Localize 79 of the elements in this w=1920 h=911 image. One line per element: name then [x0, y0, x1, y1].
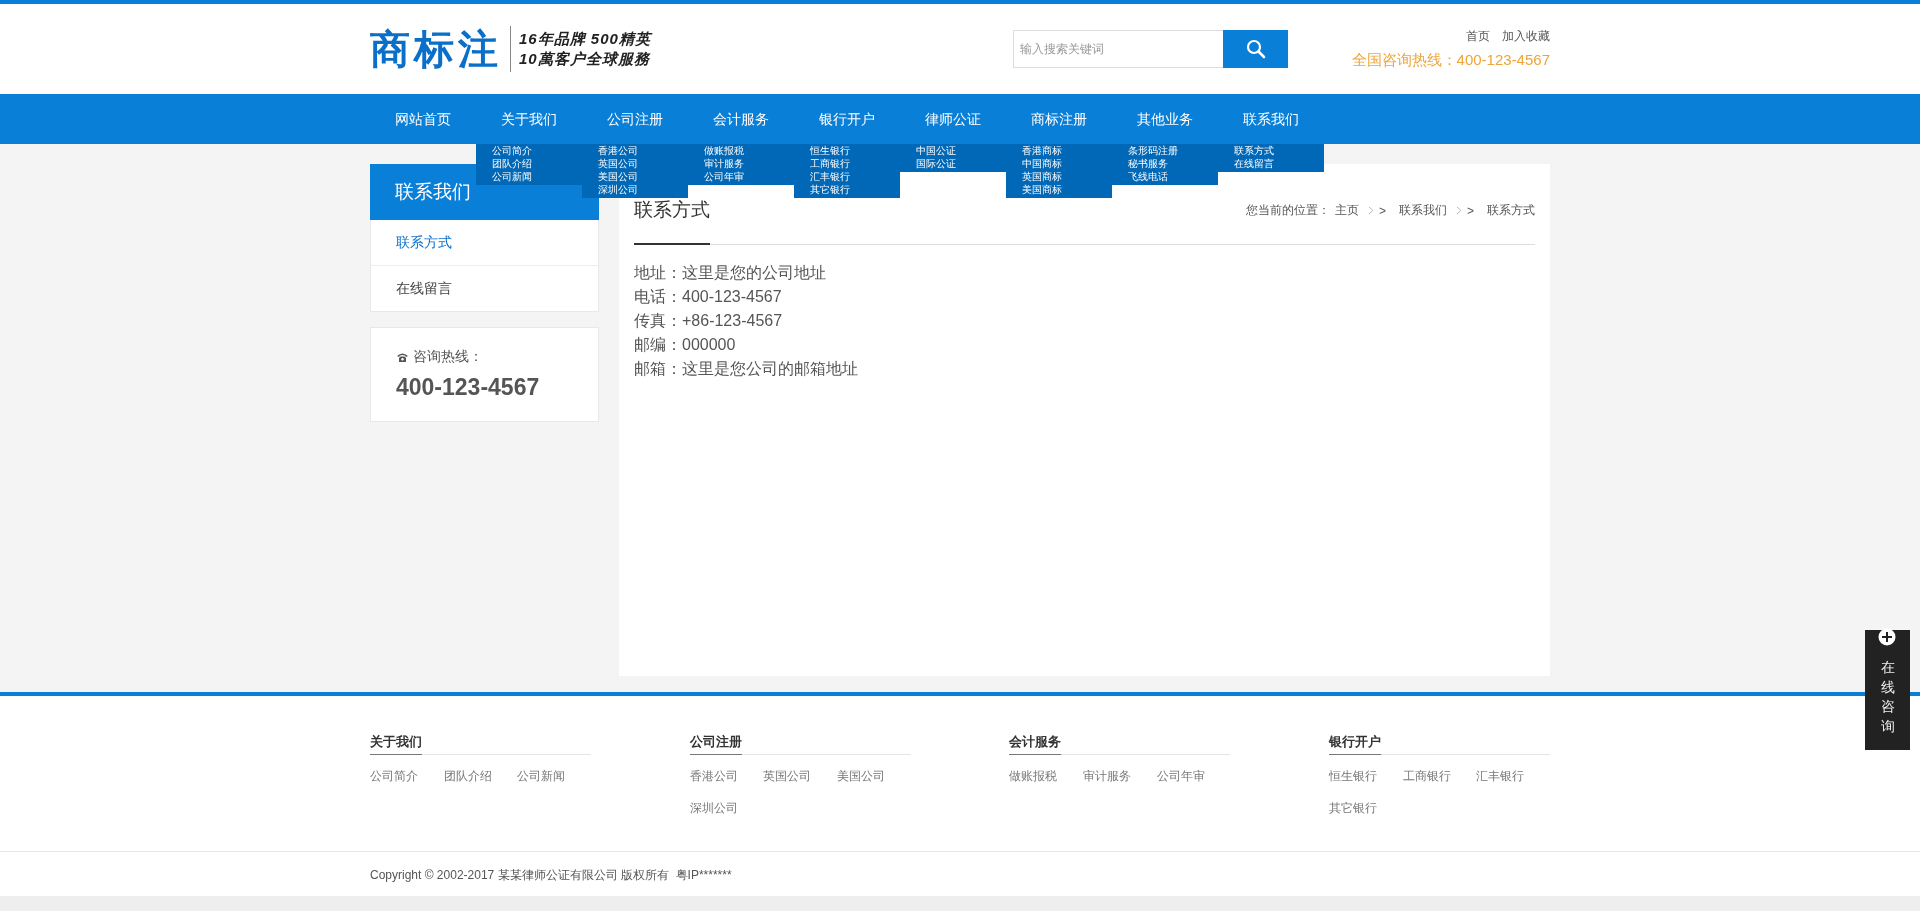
dropdown-item[interactable]: 汇丰银行: [794, 170, 900, 183]
online-consult-button[interactable]: 在线咨询: [1865, 630, 1910, 750]
dropdown-item[interactable]: 国际公证: [900, 157, 1006, 170]
slogan-text: 16年品牌 500精英: [519, 29, 651, 49]
dropdown-item[interactable]: 飞线电话: [1112, 170, 1218, 183]
search-icon: [1245, 39, 1266, 59]
contact-line: 地址：这里是您的公司地址: [634, 263, 827, 283]
dropdown-item[interactable]: 秘书服务: [1112, 157, 1218, 170]
search-field[interactable]: 输入搜索关键词: [1013, 30, 1223, 68]
dropdown-item[interactable]: 工商银行: [794, 157, 900, 170]
nav-link[interactable]: 会计服务: [688, 94, 794, 144]
hotline-text: 全国咨询热线：400-123-4567: [1351, 51, 1550, 70]
footer-link[interactable]: 公司简介: [370, 765, 444, 787]
nav-link[interactable]: 律师公证: [900, 94, 1006, 144]
contact-line: 邮编：000000: [634, 335, 737, 355]
dropdown-item[interactable]: 香港公司: [582, 144, 688, 157]
contact-line: 邮箱：这里是您公司的邮箱地址: [634, 359, 859, 379]
breadcrumb-link[interactable]: 联系我们: [1399, 202, 1447, 219]
dropdown-item[interactable]: 中国商标: [1006, 157, 1112, 170]
footer-link[interactable]: 美国公司: [837, 765, 911, 787]
footer-link[interactable]: 深圳公司: [689, 797, 764, 819]
dropdown-item[interactable]: 在线留言: [1218, 157, 1324, 170]
footer-heading: 银行开户: [1328, 733, 1381, 755]
sidebar-item[interactable]: 联系方式: [371, 220, 598, 265]
footer-link[interactable]: 公司新闻: [517, 765, 591, 787]
nav-link[interactable]: 其他业务: [1112, 94, 1218, 144]
dropdown-item[interactable]: 恒生银行: [794, 144, 900, 157]
dropdown-item[interactable]: 公司年审: [688, 170, 794, 183]
chevron-icon: [1367, 206, 1374, 215]
dropdown-item[interactable]: 做账报税: [688, 144, 794, 157]
search-button[interactable]: [1223, 30, 1288, 68]
footer-heading: 会计服务: [1009, 733, 1062, 755]
breadcrumb-separator: >: [1378, 203, 1386, 218]
nav-link[interactable]: 银行开户: [794, 94, 900, 144]
nav-link[interactable]: 联系我们: [1218, 94, 1324, 144]
footer-link[interactable]: 公司年审: [1156, 765, 1231, 787]
dropdown-item[interactable]: 审计服务: [688, 157, 794, 170]
nav-link[interactable]: 公司注册: [582, 94, 688, 144]
dropdown-item[interactable]: 联系方式: [1218, 144, 1324, 157]
hotline-number: 400-123-4567: [396, 374, 541, 401]
chevron-icon: [1456, 206, 1462, 215]
plus-icon: [1878, 628, 1896, 646]
footer-link[interactable]: 恒生银行: [1328, 765, 1403, 787]
footer-link[interactable]: 团队介绍: [443, 765, 518, 787]
dropdown-item[interactable]: 香港商标: [1006, 144, 1112, 157]
copyright-text: Copyright © 2002-2017 某某律师公证有限公司 版权所有 粤IP*******: [370, 867, 732, 882]
dropdown-item[interactable]: 中国公证: [900, 144, 1006, 157]
sidebar-item[interactable]: 在线留言: [371, 265, 598, 311]
breadcrumb-link[interactable]: 主页: [1334, 202, 1359, 219]
hotline-label: 咨询热线：: [413, 348, 483, 366]
breadcrumb-label: 您当前的位置：: [1245, 202, 1330, 219]
footer-link[interactable]: 审计服务: [1082, 765, 1157, 787]
dropdown-item[interactable]: 美国商标: [1006, 183, 1112, 196]
contact-line: 电话：400-123-4567: [634, 287, 783, 307]
footer-link[interactable]: 其它银行: [1328, 797, 1403, 819]
dropdown-item[interactable]: 公司简介: [476, 144, 582, 157]
footer-link[interactable]: 汇丰银行: [1476, 765, 1550, 787]
dropdown-item[interactable]: 公司新闻: [476, 170, 582, 183]
breadcrumb-link[interactable]: 联系方式: [1487, 202, 1535, 219]
dropdown-item[interactable]: 条形码注册: [1112, 144, 1218, 157]
nav-link[interactable]: 网站首页: [370, 94, 476, 144]
breadcrumb-separator: >: [1467, 203, 1474, 218]
top-link[interactable]: 首页: [1466, 28, 1490, 45]
footer-link[interactable]: 香港公司: [689, 765, 764, 787]
footer-heading: 公司注册: [689, 733, 742, 755]
nav-link[interactable]: 关于我们: [476, 94, 582, 144]
content-title: 联系方式: [634, 197, 710, 245]
dropdown-item[interactable]: 其它银行: [794, 183, 900, 196]
contact-line: 传真：+86-123-4567: [634, 311, 784, 331]
top-link[interactable]: 加入收藏: [1502, 28, 1550, 45]
slogan-text: 10萬客户全球服務: [519, 49, 651, 69]
phone-icon: [396, 351, 409, 363]
footer-link[interactable]: 工商银行: [1402, 765, 1477, 787]
dropdown-item[interactable]: 英国商标: [1006, 170, 1112, 183]
footer-heading: 关于我们: [370, 733, 422, 755]
footer-link[interactable]: 英国公司: [763, 765, 837, 787]
logo-text[interactable]: 商标注: [370, 26, 511, 72]
nav-link[interactable]: 商标注册: [1006, 94, 1112, 144]
footer-link[interactable]: 做账报税: [1009, 765, 1083, 787]
